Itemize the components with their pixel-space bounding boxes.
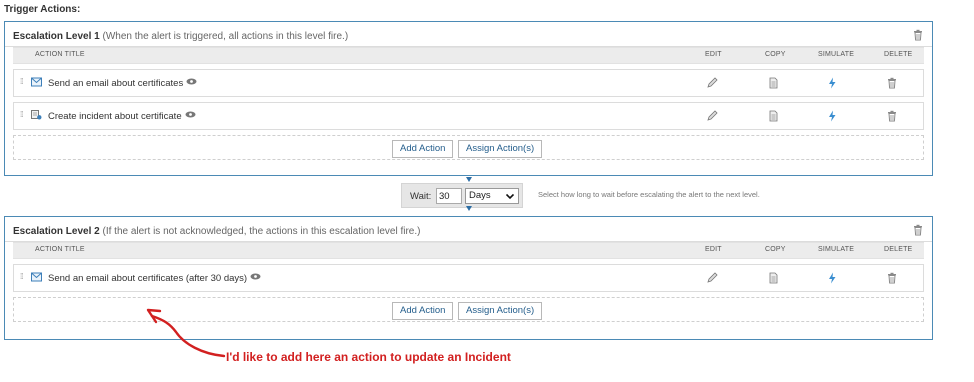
eye-icon[interactable] (185, 111, 196, 118)
column-copy: COPY (765, 246, 786, 253)
column-action-title: ACTION TITLE (35, 246, 85, 253)
eye-icon[interactable] (250, 273, 261, 280)
wait-label: Wait: (410, 191, 432, 202)
section-title: Trigger Actions: (4, 4, 81, 15)
column-edit: EDIT (705, 51, 722, 58)
column-copy: COPY (765, 51, 786, 58)
wait-unit-value: Days (469, 190, 491, 201)
drag-handle-icon[interactable]: ⁞⁞ (20, 78, 26, 89)
action-title: Send an email about certificates (48, 78, 197, 89)
lightning-icon[interactable] (826, 110, 838, 122)
level-header: Escalation Level 2 (If the alert is not … (5, 217, 932, 242)
copy-icon[interactable] (767, 110, 779, 122)
arrow-down-icon (466, 177, 472, 182)
level-description: (If the alert is not acknowledged, the a… (99, 226, 421, 237)
column-delete: DELETE (884, 51, 913, 58)
action-title-text: Send an email about certificates (after … (48, 273, 248, 284)
email-icon (31, 77, 42, 87)
action-title: Send an email about certificates (after … (48, 273, 261, 284)
column-header: ACTION TITLE EDIT COPY SIMULATE DELETE (13, 242, 924, 259)
add-action-area: Add Action Assign Action(s) (13, 135, 924, 160)
column-delete: DELETE (884, 246, 913, 253)
copy-icon[interactable] (767, 77, 779, 89)
trash-icon[interactable] (886, 110, 898, 122)
assign-actions-button[interactable]: Assign Action(s) (458, 140, 543, 158)
wait-bar: Wait: Days (401, 183, 523, 208)
annotation-arrow-icon (146, 308, 226, 358)
column-simulate: SIMULATE (818, 246, 855, 253)
level-name: Escalation Level 2 (13, 226, 100, 237)
chevron-down-icon (506, 193, 514, 200)
column-edit: EDIT (705, 246, 722, 253)
wait-hint: Select how long to wait before escalatin… (538, 190, 760, 199)
action-title: Create incident about certificate (48, 111, 196, 122)
column-action-title: ACTION TITLE (35, 51, 85, 58)
trash-icon[interactable] (912, 224, 924, 236)
edit-pencil-icon[interactable] (706, 77, 718, 89)
trash-icon[interactable] (886, 77, 898, 89)
action-title-text: Send an email about certificates (48, 78, 184, 89)
edit-pencil-icon[interactable] (706, 272, 718, 284)
column-header: ACTION TITLE EDIT COPY SIMULATE DELETE (13, 47, 924, 64)
drag-handle-icon[interactable]: ⁞⁞ (20, 273, 26, 284)
incident-icon (31, 110, 42, 120)
eye-icon[interactable] (186, 78, 197, 85)
arrow-down-icon (466, 206, 472, 211)
action-title-text: Create incident about certificate (48, 111, 182, 122)
add-action-button[interactable]: Add Action (392, 140, 454, 158)
action-row: ⁞⁞ Send an email about certificates (13, 69, 924, 97)
copy-icon[interactable] (767, 272, 779, 284)
edit-pencil-icon[interactable] (706, 110, 718, 122)
trash-icon[interactable] (886, 272, 898, 284)
level-header: Escalation Level 1 (When the alert is tr… (5, 22, 932, 47)
assign-actions-button[interactable]: Assign Action(s) (458, 302, 543, 320)
email-icon (31, 272, 42, 282)
level-description: (When the alert is triggered, all action… (99, 31, 349, 42)
drag-handle-icon[interactable]: ⁞⁞ (20, 111, 26, 122)
level-name: Escalation Level 1 (13, 31, 100, 42)
wait-duration-input[interactable] (436, 188, 462, 204)
lightning-icon[interactable] (826, 77, 838, 89)
add-action-button[interactable]: Add Action (392, 302, 454, 320)
column-simulate: SIMULATE (818, 51, 855, 58)
action-row: ⁞⁞ Create incident about certificate (13, 102, 924, 130)
lightning-icon[interactable] (826, 272, 838, 284)
escalation-level-1: Escalation Level 1 (When the alert is tr… (4, 21, 933, 176)
wait-unit-select[interactable]: Days (465, 188, 519, 204)
trash-icon[interactable] (912, 29, 924, 41)
action-row: ⁞⁞ Send an email about certificates (aft… (13, 264, 924, 292)
annotation-text: I'd like to add here an action to update… (226, 350, 511, 364)
